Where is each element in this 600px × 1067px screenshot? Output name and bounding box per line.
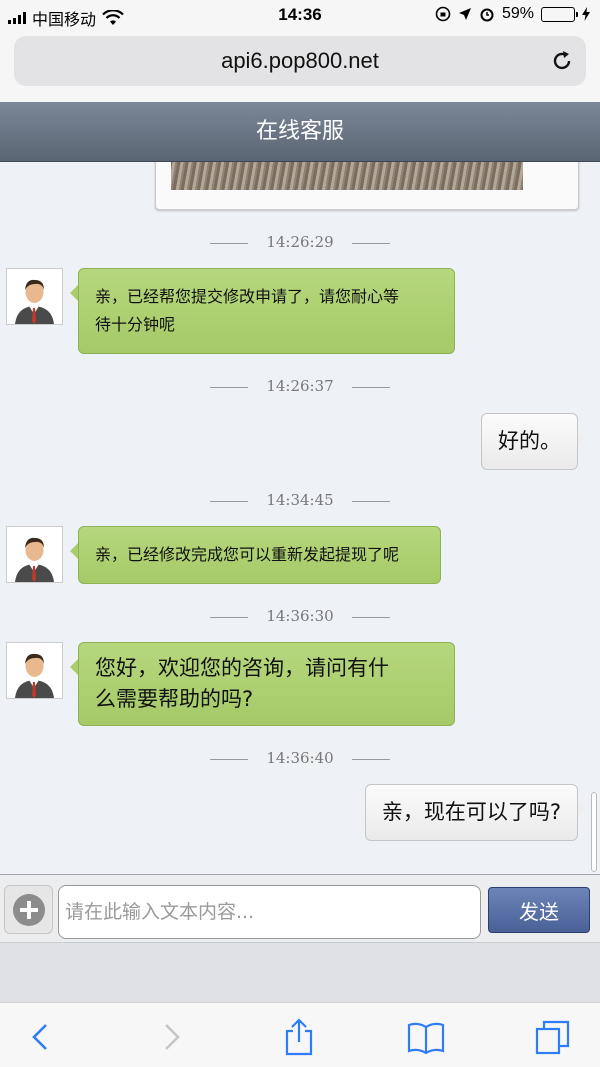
- user-message: 好的。: [481, 413, 586, 470]
- battery-icon: [541, 6, 578, 22]
- message-input[interactable]: [58, 885, 481, 939]
- message-line: 待十分钟呢: [95, 315, 176, 334]
- agent-avatar-icon: [7, 269, 62, 324]
- attach-button[interactable]: [4, 885, 53, 934]
- agent-avatar-icon: [7, 527, 62, 582]
- chat-header: 在线客服: [0, 102, 600, 162]
- timestamp: 14:36:40: [0, 749, 600, 767]
- status-bar: 中国移动 14:36 59%: [0, 0, 600, 30]
- composer-bar: 发送: [0, 874, 600, 1002]
- browser-toolbar: [0, 1002, 600, 1067]
- charging-icon: [582, 7, 590, 21]
- forward-icon[interactable]: [150, 1017, 190, 1057]
- back-icon[interactable]: [22, 1017, 62, 1057]
- battery-percent: 59%: [501, 5, 534, 22]
- agent-message: 亲，已经修改完成您可以重新发起提现了呢: [70, 526, 441, 584]
- agent-avatar: [6, 268, 63, 325]
- timestamp: 14:36:30: [0, 607, 600, 625]
- page-title: 在线客服: [255, 119, 344, 144]
- send-button[interactable]: 发送: [488, 887, 590, 933]
- browser-chrome: api6.pop800.net: [0, 30, 600, 102]
- timestamp: 14:34:45: [0, 491, 600, 509]
- message-text: 好的。: [498, 429, 561, 453]
- plus-icon: [13, 894, 45, 926]
- message-line: 亲，已经帮您提交修改申请了，请您耐心等: [95, 287, 400, 306]
- tabs-icon[interactable]: [533, 1017, 573, 1057]
- status-right: 59%: [435, 5, 590, 23]
- reload-icon[interactable]: [550, 49, 574, 73]
- user-message: 亲，现在可以了吗?: [364, 784, 587, 841]
- location-icon: [458, 8, 471, 20]
- message-text: 亲，现在可以了吗?: [381, 800, 561, 824]
- agent-message: 亲，已经帮您提交修改申请了，请您耐心等 待十分钟呢: [70, 268, 455, 354]
- timestamp: 14:26:37: [0, 377, 600, 395]
- message-line: 么需要帮助的吗?: [95, 687, 254, 711]
- rotation-lock-icon: [435, 6, 451, 22]
- chat-area[interactable]: 14:26:29 亲，已经帮您提交修改申请了，请您耐心等 待十分钟呢 14:26…: [0, 162, 600, 874]
- agent-avatar-icon: [7, 643, 62, 698]
- image-message[interactable]: [155, 162, 579, 210]
- composer-row: 发送: [0, 875, 600, 943]
- message-line: 亲，已经修改完成您可以重新发起提现了呢: [95, 545, 400, 564]
- message-line: 您好，欢迎您的咨询，请问有什: [95, 656, 389, 680]
- url-text: api6.pop800.net: [221, 48, 379, 73]
- address-bar[interactable]: api6.pop800.net: [14, 36, 586, 86]
- agent-avatar: [6, 642, 63, 699]
- timestamp: 14:26:29: [0, 233, 600, 251]
- alarm-icon: [480, 8, 494, 22]
- share-icon[interactable]: [279, 1017, 319, 1057]
- agent-message: 您好，欢迎您的咨询，请问有什 么需要帮助的吗?: [70, 642, 455, 726]
- image-thumbnail[interactable]: [171, 162, 523, 190]
- bookmarks-icon[interactable]: [406, 1017, 446, 1057]
- chat-scrollbar[interactable]: [591, 792, 597, 872]
- agent-avatar: [6, 526, 63, 583]
